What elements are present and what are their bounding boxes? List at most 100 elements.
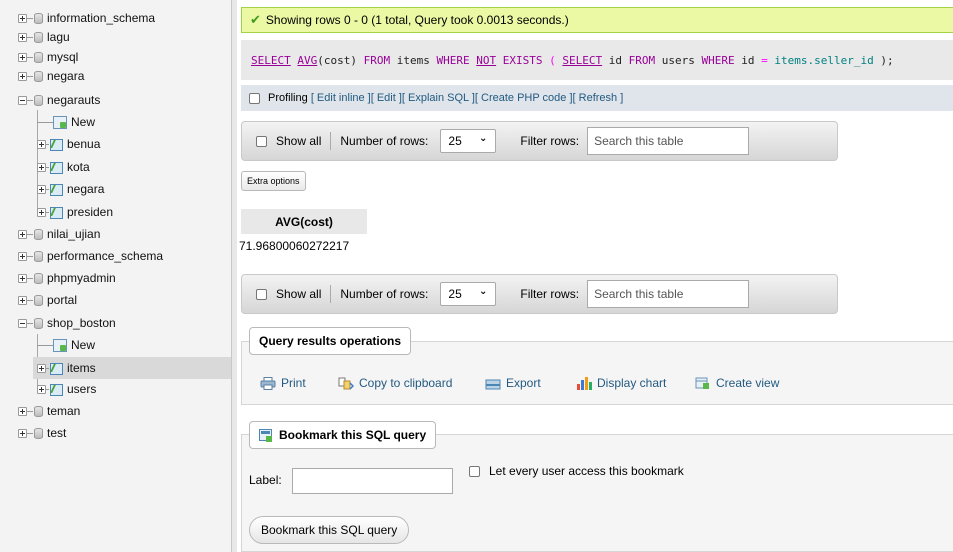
success-check-icon: ✔ <box>250 12 261 27</box>
navigation-sidebar: information_schema lagu mysql negara neg… <box>0 0 231 552</box>
sidebar-item-users[interactable]: users <box>37 380 96 398</box>
filter-search-input[interactable]: Search this table <box>587 127 750 155</box>
sidebar-item-information-schema[interactable]: information_schema <box>18 9 155 27</box>
expand-icon[interactable] <box>18 71 27 81</box>
show-all-checkbox[interactable] <box>256 288 267 300</box>
result-column-header[interactable]: AVG(cost) <box>241 209 367 234</box>
sidebar-item-benua[interactable]: benua <box>37 135 100 153</box>
bookmark-button-label: Bookmark this SQL query <box>261 523 398 537</box>
show-all-checkbox[interactable] <box>256 135 267 147</box>
expand-icon[interactable] <box>18 428 27 438</box>
sql-function[interactable]: AVG <box>297 54 317 67</box>
expand-icon[interactable] <box>37 139 46 149</box>
expand-icon[interactable] <box>18 406 27 416</box>
sql-keyword[interactable]: SELECT <box>562 54 602 67</box>
expand-icon[interactable] <box>37 162 46 172</box>
explain-sql-link[interactable]: [ Explain SQL ] <box>402 92 475 104</box>
filter-search-input[interactable]: Search this table <box>587 280 750 308</box>
sidebar-item-mysql[interactable]: mysql <box>18 48 78 66</box>
collapse-icon[interactable] <box>18 95 27 105</box>
sidebar-item-label: performance_schema <box>47 249 164 263</box>
sidebar-item-new-table[interactable]: New <box>37 113 95 131</box>
expand-icon[interactable] <box>37 184 46 194</box>
collapse-icon[interactable] <box>18 318 27 328</box>
extra-options-button[interactable]: Extra options <box>241 171 306 191</box>
database-icon <box>34 294 43 306</box>
sql-query-display: SELECT AVG (cost) FROM items WHERE NOT EX… <box>241 40 953 80</box>
database-icon <box>34 51 43 63</box>
create-view-button[interactable]: Create view <box>695 376 779 390</box>
bookmark-query-button[interactable]: Bookmark this SQL query <box>249 516 410 544</box>
sidebar-item-phpmyadmin[interactable]: phpmyadmin <box>18 269 116 287</box>
expand-icon[interactable] <box>18 273 27 283</box>
sql-keyword[interactable]: SELECT <box>251 54 291 67</box>
main-content: ✔ Showing rows 0 - 0 (1 total, Query too… <box>237 0 953 552</box>
display-chart-label: Display chart <box>597 376 667 390</box>
sidebar-item-negarauts[interactable]: negarauts <box>18 91 100 109</box>
sidebar-item-items[interactable]: items <box>33 357 231 379</box>
copy-to-clipboard-button[interactable]: Copy to clipboard <box>338 376 452 390</box>
print-button[interactable]: Print <box>260 376 306 390</box>
edit-inline-link[interactable]: [ Edit inline ] <box>311 92 371 104</box>
sidebar-item-label: items <box>67 361 96 375</box>
sidebar-item-shop-boston[interactable]: shop_boston <box>18 314 116 332</box>
export-button[interactable]: Export <box>485 376 541 390</box>
table-icon <box>49 183 63 196</box>
sidebar-item-negara-table[interactable]: negara <box>37 180 104 198</box>
show-all-toggle[interactable]: Show all <box>256 134 321 148</box>
show-all-toggle[interactable]: Show all <box>256 287 321 301</box>
bookmark-label-text: Label: <box>249 473 282 487</box>
expand-icon[interactable] <box>18 32 27 42</box>
connector-line <box>27 410 33 412</box>
separator <box>330 285 332 303</box>
bookmark-label-input[interactable] <box>292 468 453 494</box>
sidebar-item-portal[interactable]: portal <box>18 291 77 309</box>
sidebar-item-test[interactable]: test <box>18 424 66 442</box>
expand-icon[interactable] <box>18 13 27 23</box>
separator <box>330 132 332 150</box>
connector-line <box>27 56 33 58</box>
status-text: Showing rows 0 - 0 (1 total, Query took … <box>265 13 569 27</box>
sidebar-item-new-table[interactable]: New <box>37 336 95 354</box>
sidebar-item-label: negara <box>47 69 85 83</box>
sidebar-item-label: teman <box>47 404 81 418</box>
rows-label: Number of rows: <box>340 287 429 301</box>
sql-keyword[interactable]: NOT <box>476 54 496 67</box>
expand-icon[interactable] <box>37 363 46 373</box>
sidebar-item-performance-schema[interactable]: performance_schema <box>18 247 163 265</box>
profiling-checkbox[interactable] <box>249 92 260 104</box>
sidebar-item-teman[interactable]: teman <box>18 402 80 420</box>
filter-label: Filter rows: <box>520 134 580 148</box>
sql-keyword: FROM <box>363 53 391 67</box>
query-options-bar: Profiling [ Edit inline ] [ Edit ] [ Exp… <box>241 85 953 111</box>
expand-icon[interactable] <box>18 295 27 305</box>
rows-select[interactable]: 25 ⌄ <box>440 282 497 306</box>
expand-icon[interactable] <box>18 52 27 62</box>
sidebar-item-label: test <box>47 426 67 440</box>
search-placeholder: Search this table <box>594 134 684 148</box>
print-label: Print <box>281 376 306 390</box>
profiling-label: Profiling <box>268 92 308 104</box>
refresh-link[interactable]: [ Refresh ] <box>573 92 624 104</box>
result-cell[interactable]: 71.96800060272217 <box>237 234 363 258</box>
expand-icon[interactable] <box>37 384 46 394</box>
expand-icon[interactable] <box>37 207 46 217</box>
bookmark-legend: Bookmark this SQL query <box>249 421 437 449</box>
display-chart-button[interactable]: Display chart <box>576 376 666 390</box>
sidebar-item-nilai-ujian[interactable]: nilai_ujian <box>18 225 100 243</box>
sidebar-item-lagu[interactable]: lagu <box>18 28 70 46</box>
edit-link[interactable]: [ Edit ] <box>371 92 402 104</box>
sidebar-item-kota[interactable]: kota <box>37 158 90 176</box>
copy-label: Copy to clipboard <box>359 376 453 390</box>
create-php-code-link[interactable]: [ Create PHP code ] <box>475 92 573 104</box>
expand-icon[interactable] <box>18 251 27 261</box>
rows-select[interactable]: 25 ⌄ <box>440 129 497 153</box>
sidebar-item-negara[interactable]: negara <box>18 67 84 85</box>
share-bookmark-toggle[interactable]: Let every user access this bookmark <box>469 464 684 478</box>
share-bookmark-checkbox[interactable] <box>469 465 480 477</box>
sidebar-item-presiden[interactable]: presiden <box>37 203 113 221</box>
connector-line <box>27 299 33 301</box>
expand-icon[interactable] <box>18 229 27 239</box>
rows-select-value: 25 <box>448 134 462 148</box>
connector-line <box>27 277 33 279</box>
